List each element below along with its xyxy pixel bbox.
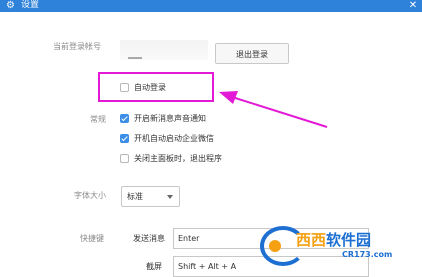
close-button[interactable]: ✕ [407,0,419,11]
screenshot-label: 截屏 [146,262,162,271]
shortcut-label: 快捷键 [80,234,104,243]
font-size-select[interactable]: 标准 [121,186,180,207]
account-name-mark [128,57,142,59]
option-label: 开机自动启动企业微信 [134,134,214,143]
screenshot-shortcut-input[interactable]: Shift + Alt + A [173,256,369,277]
send-message-shortcut-input[interactable]: Enter [173,228,369,249]
general-label: 常规 [90,115,106,124]
font-size-value: 标准 [127,192,143,201]
checkbox-auto-start[interactable] [120,134,129,143]
checkbox-exit-on-close[interactable] [120,154,129,163]
option-label: 关闭主面板时，退出程序 [134,154,222,163]
checkbox-new-message-sound[interactable] [120,114,129,123]
option-auto-start[interactable]: 开机自动启动企业微信 [120,133,250,145]
gear-icon: ⚙ [6,0,15,11]
option-label: 开启新消息声音通知 [134,114,206,123]
annotation-highlight-box [98,72,214,102]
chevron-down-icon [167,195,173,199]
send-message-label: 发送消息 [133,234,165,243]
current-account-label: 当前登录帐号 [53,42,101,51]
font-size-label: 字体大小 [74,191,106,200]
logout-button[interactable]: 退出登录 [215,43,289,64]
option-new-message-sound[interactable]: 开启新消息声音通知 [120,113,240,125]
settings-window: ⚙ 设置 ✕ 当前登录帐号 退出登录 自动登录 常规 开启新消息声音通知 开机自… [0,0,422,277]
window-title: 设置 [21,0,40,10]
option-exit-on-close[interactable]: 关闭主面板时，退出程序 [120,153,260,165]
title-bar: ⚙ 设置 ✕ [0,0,422,12]
